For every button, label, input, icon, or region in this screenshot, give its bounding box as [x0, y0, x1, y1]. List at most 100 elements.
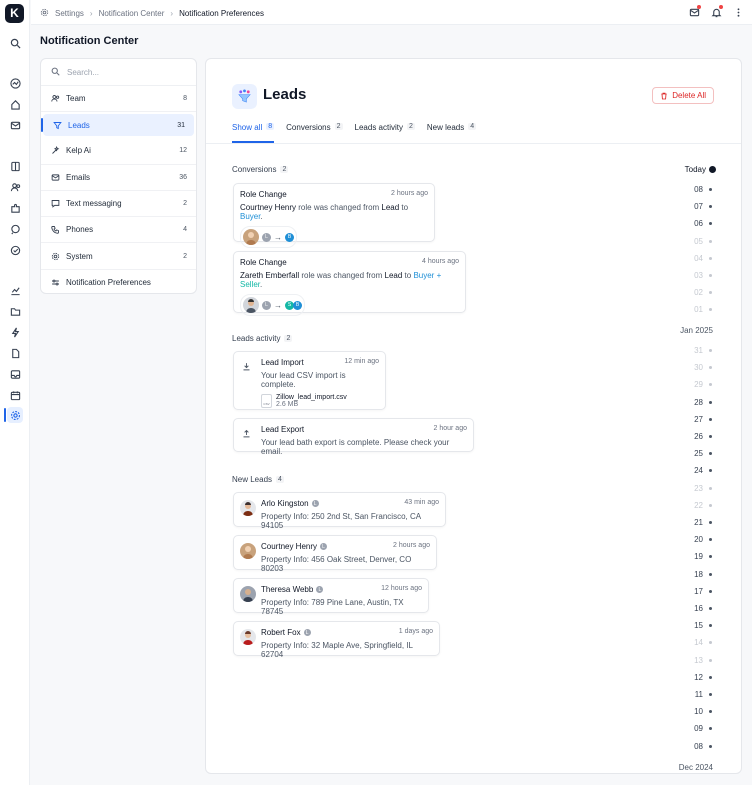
new-lead-card[interactable]: Courtney Henry L 2 hours ago Property Inf… [233, 535, 437, 573]
day-dot-icon [709, 222, 712, 226]
day-dot-icon [709, 658, 712, 662]
tab-bar: Show all 8 Conversions 2 Leads activity 2 N… [232, 123, 477, 143]
timeline-day[interactable]: 17 [694, 587, 712, 596]
day-dot-icon [709, 308, 712, 312]
tab-conversions[interactable]: Conversions 2 [286, 123, 343, 143]
timeline-day[interactable]: 10 [694, 707, 712, 716]
chevron-right-icon: › [89, 9, 93, 18]
timeline-day[interactable]: 31 [694, 346, 712, 355]
timeline-day[interactable]: 29 [694, 380, 712, 389]
timeline-day[interactable]: 05 [694, 237, 712, 246]
sidebar-item-kelp-ai[interactable]: Kelp Ai 12 [41, 138, 196, 165]
day-dot-icon [709, 675, 712, 679]
top-bar: Settings › Notification Center › Notific… [31, 0, 752, 25]
lead-name: Theresa Webb [261, 585, 314, 594]
desc-text: role was changed from [296, 203, 382, 212]
mail-icon[interactable] [7, 117, 23, 133]
timeline-day[interactable]: 24 [694, 466, 712, 475]
sidebar-item-phones[interactable]: Phones 4 [41, 217, 196, 244]
lightning-icon[interactable] [7, 324, 23, 340]
timeline-day[interactable]: 21 [694, 518, 712, 527]
sidebar-item-emails[interactable]: Emails 36 [41, 165, 196, 191]
panel-title: Leads [263, 86, 307, 103]
timeline-day[interactable]: 12 [694, 673, 712, 682]
timeline-day[interactable]: 28 [694, 398, 712, 407]
timeline-day[interactable]: 14 [694, 638, 712, 647]
calendar-icon[interactable] [7, 387, 23, 403]
timeline-day[interactable]: 26 [694, 432, 712, 441]
sidebar-item-leads[interactable]: Leads 31 [41, 114, 194, 137]
sparkle-icon [52, 146, 60, 155]
timeline-day[interactable]: 22 [694, 501, 712, 510]
dashboard-icon[interactable] [7, 75, 23, 91]
sidebar-item-label: Text messaging [66, 199, 122, 209]
timeline-day[interactable]: 20 [694, 535, 712, 544]
chat-icon[interactable] [7, 221, 23, 237]
timeline-day[interactable]: 23 [694, 484, 712, 493]
timeline-day[interactable]: 06 [694, 219, 712, 228]
book-icon[interactable] [7, 158, 23, 174]
timeline-day[interactable]: 13 [694, 656, 712, 665]
new-lead-card[interactable]: Theresa Webb L 12 hours ago Property Info… [233, 578, 429, 616]
csv-file-icon: CSV [261, 394, 272, 408]
avatar [243, 297, 259, 313]
timeline-day[interactable]: 02 [694, 288, 712, 297]
timeline-today[interactable]: Today [685, 165, 716, 174]
sidebar-item-system[interactable]: System 2 [41, 243, 196, 270]
timeline-day[interactable]: 09 [694, 724, 712, 733]
app-logo[interactable]: K [5, 4, 24, 23]
sidebar-item-team[interactable]: Team 8 [41, 86, 196, 113]
avatar [240, 543, 256, 559]
timeline-day[interactable]: 01 [694, 305, 712, 314]
house-icon[interactable] [7, 96, 23, 112]
timeline-day[interactable]: 04 [694, 254, 712, 263]
search-input[interactable]: Search... [41, 59, 196, 86]
day-number: 30 [694, 363, 703, 373]
folder-icon[interactable] [7, 303, 23, 319]
sidebar-item-notification-preferences[interactable]: Notification Preferences [41, 270, 196, 293]
more-vertical-icon[interactable] [732, 6, 744, 18]
inbox-icon[interactable] [7, 366, 23, 382]
day-number: 27 [694, 414, 703, 424]
team-icon [51, 95, 60, 102]
contacts-icon[interactable] [7, 179, 23, 195]
timeline-day[interactable]: 08 [694, 185, 712, 194]
timeline-day[interactable]: 25 [694, 449, 712, 458]
bell-icon[interactable] [710, 5, 723, 18]
puzzle-icon[interactable] [7, 200, 23, 216]
new-lead-card[interactable]: Robert Fox L 1 days ago Property Info: 32… [233, 621, 440, 659]
section-count: 2 [284, 335, 293, 342]
new-lead-card[interactable]: Arlo Kingston L 43 min ago Property Info:… [233, 492, 446, 530]
timeline-day[interactable]: 03 [694, 271, 712, 280]
timeline-day[interactable]: 16 [694, 604, 712, 613]
timeline-day[interactable]: 30 [694, 363, 712, 372]
breadcrumb-notification-center[interactable]: Notification Center [99, 9, 165, 18]
conversion-card[interactable]: Role Change 2 hours ago Courtney Henry r… [233, 183, 435, 248]
timeline-day[interactable]: 08 [694, 742, 712, 751]
timeline-day[interactable]: 11 [695, 690, 712, 699]
search-icon[interactable] [7, 35, 23, 51]
sidebar-item-text-messaging[interactable]: Text messaging 2 [41, 191, 196, 218]
day-number: 25 [694, 449, 703, 459]
timeline-day[interactable]: 18 [694, 570, 712, 579]
document-icon[interactable] [7, 345, 23, 361]
timeline-day[interactable]: 27 [694, 415, 712, 424]
tab-show-all[interactable]: Show all 8 [232, 123, 275, 143]
tab-leads-activity[interactable]: Leads activity 2 [355, 123, 415, 143]
activity-card[interactable]: Lead Import Your lead CSV import is comp… [233, 351, 386, 410]
breadcrumb-settings[interactable]: Settings [55, 9, 84, 18]
role-change-row: L → B [240, 226, 297, 248]
timeline-day[interactable]: 15 [694, 621, 712, 630]
chart-icon[interactable] [7, 282, 23, 298]
timeline-day[interactable]: 19 [694, 552, 712, 561]
delete-all-button[interactable]: Delete All [652, 87, 714, 104]
check-circle-icon[interactable] [7, 242, 23, 258]
conversion-card[interactable]: Role Change 4 hours ago Zareth Emberfall… [233, 251, 466, 316]
inbox-mail-icon[interactable] [688, 5, 701, 18]
timeline-day[interactable]: 07 [694, 202, 712, 211]
attached-file[interactable]: CSV Zillow_lead_import.csv 2.6 MB [261, 394, 379, 408]
settings-icon[interactable] [7, 407, 23, 423]
day-number: 07 [694, 202, 703, 212]
activity-card[interactable]: Lead Export Your lead bath export is com… [233, 418, 474, 456]
tab-new-leads[interactable]: New leads 4 [427, 123, 477, 143]
